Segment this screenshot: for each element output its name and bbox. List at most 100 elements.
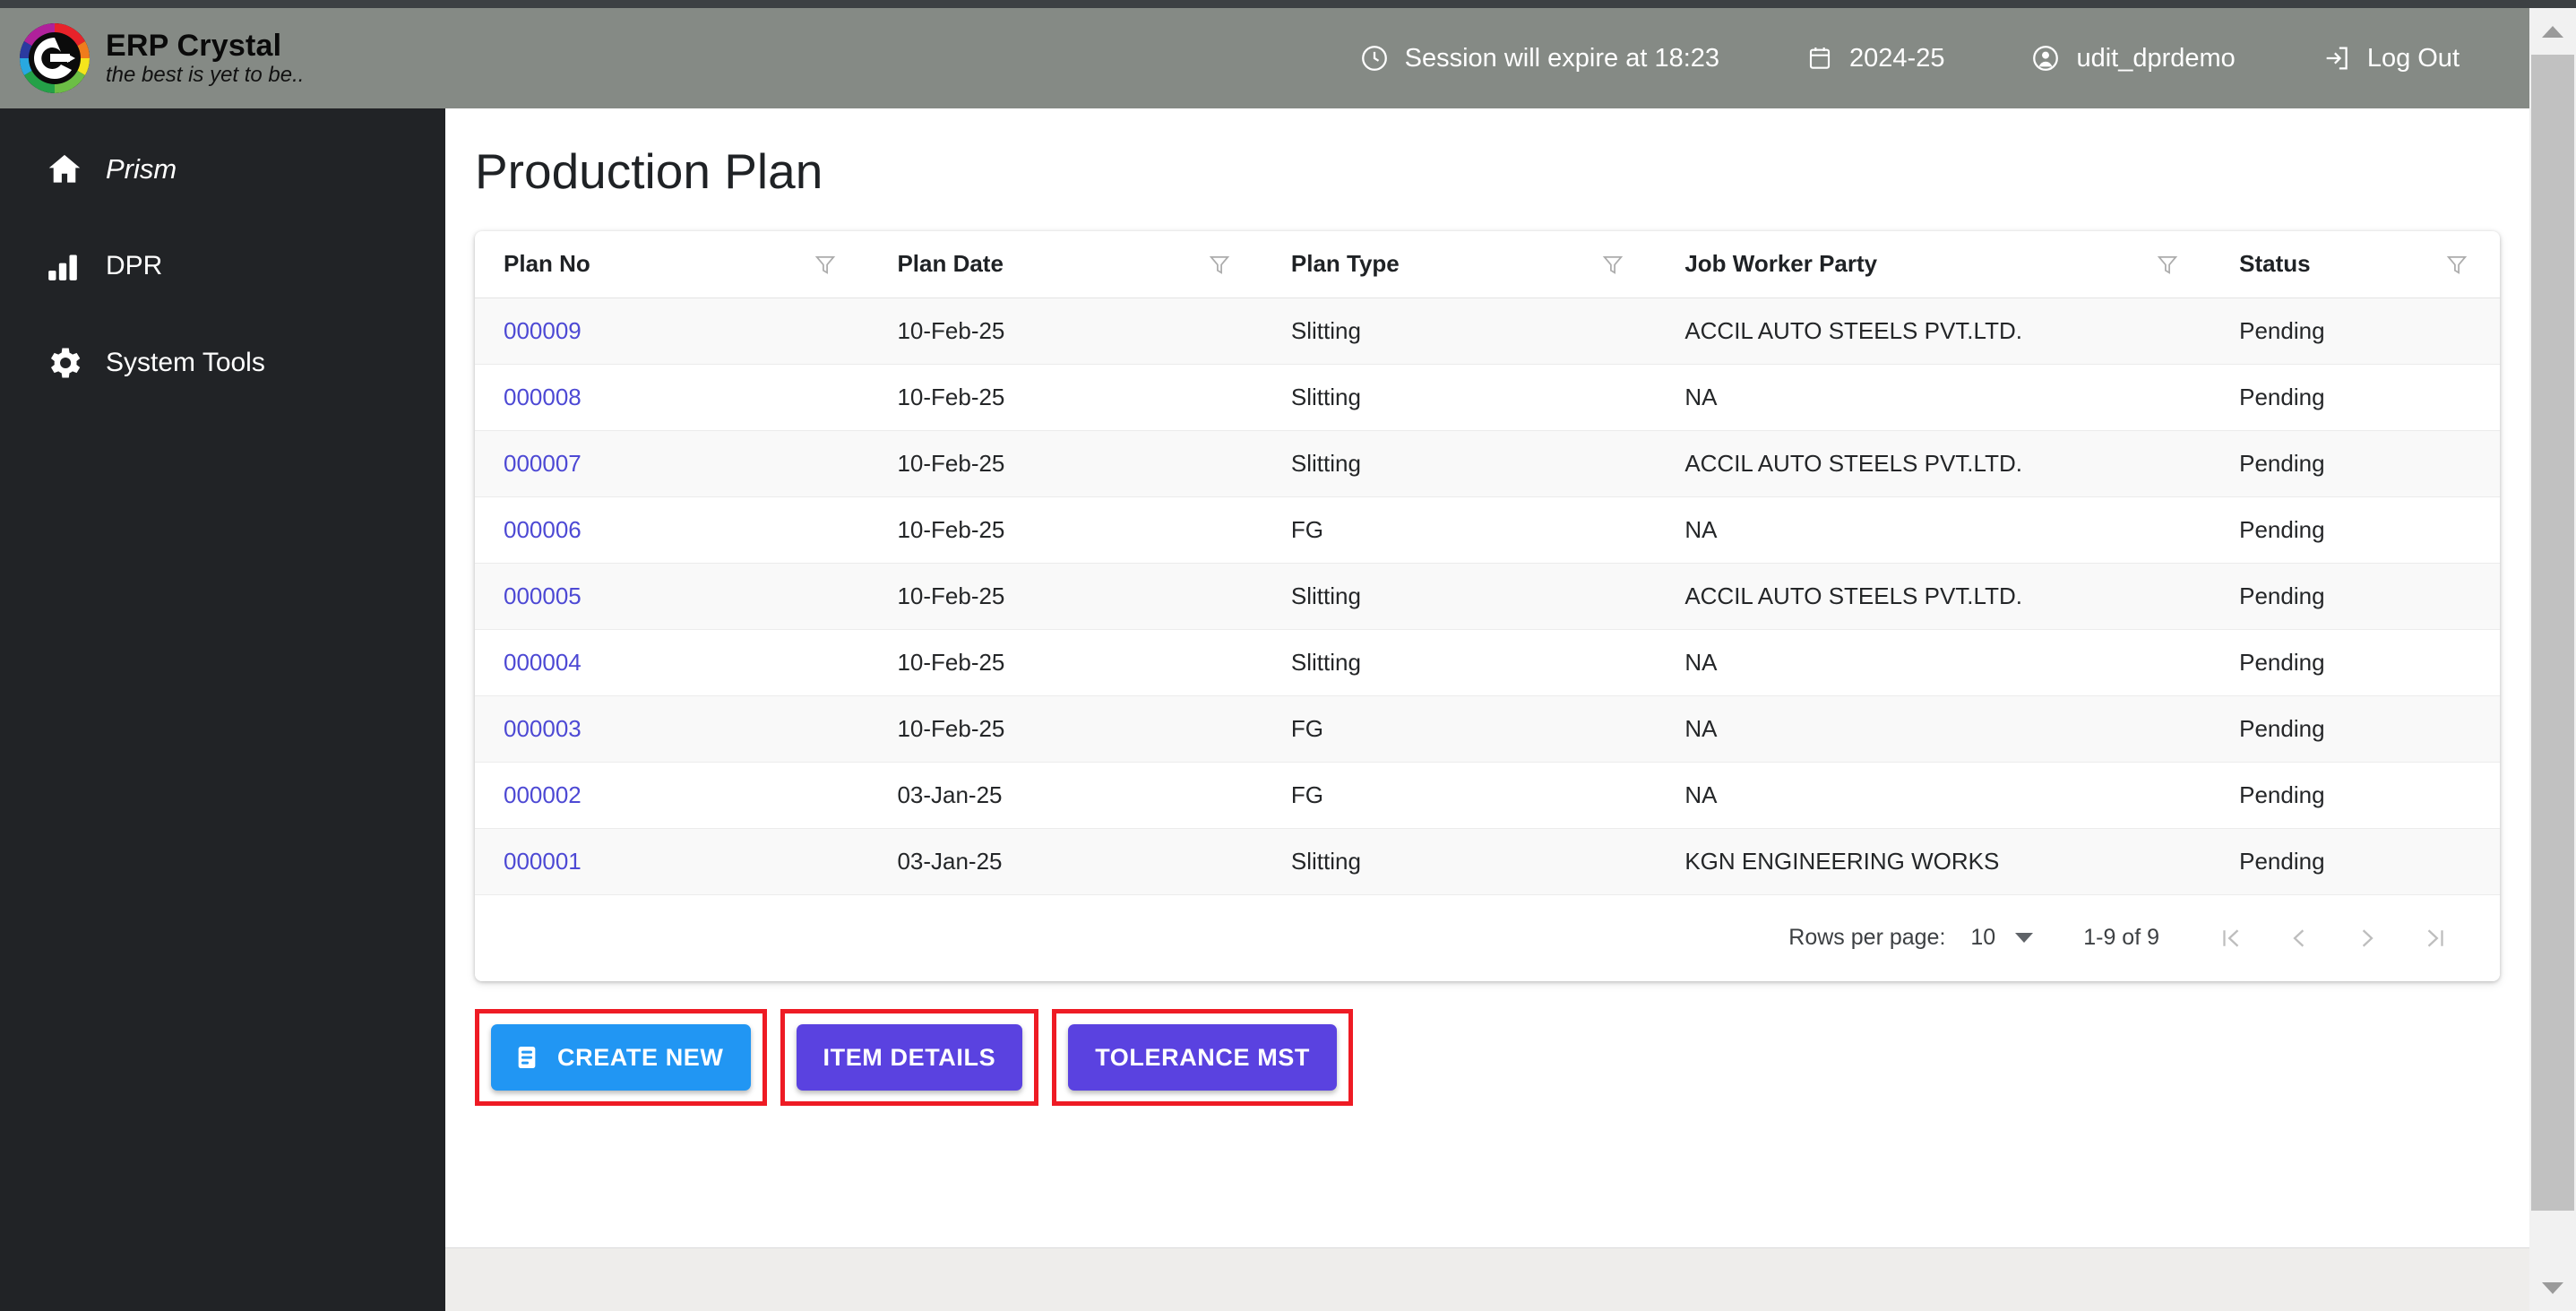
- pagination-buttons: [2197, 904, 2469, 972]
- item-details-button[interactable]: ITEM DETAILS: [796, 1024, 1023, 1091]
- username-label: udit_dprdemo: [2076, 43, 2236, 73]
- tolerance-mst-button[interactable]: TOLERANCE MST: [1068, 1024, 1338, 1091]
- bar-chart-icon: [45, 248, 91, 284]
- cell-plan-date: 10-Feb-25: [868, 563, 1262, 630]
- first-page-icon[interactable]: [2197, 904, 2265, 972]
- main-content: Production Plan Plan No Plan Date Plan T…: [445, 108, 2529, 1311]
- column-status: Status: [2210, 231, 2500, 298]
- previous-page-icon[interactable]: [2265, 904, 2333, 972]
- cell-plan-date: 03-Jan-25: [868, 828, 1262, 895]
- production-plan-table-card: Plan No Plan Date Plan Type Job Worker P…: [475, 231, 2500, 981]
- plan-no-link[interactable]: 000003: [504, 715, 582, 742]
- cell-plan-type: FG: [1262, 695, 1657, 763]
- cell-plan-no: 000005: [475, 563, 869, 630]
- user-menu[interactable]: udit_dprdemo: [2030, 43, 2236, 73]
- sidebar-item-dpr[interactable]: DPR: [0, 239, 445, 293]
- filter-icon[interactable]: [1600, 252, 1625, 277]
- cell-plan-type: Slitting: [1262, 629, 1657, 696]
- cell-job-worker-party: NA: [1656, 695, 2211, 763]
- footer-strip: [445, 1247, 2529, 1311]
- column-label: Plan No: [504, 250, 590, 278]
- action-buttons: CREATE NEW ITEM DETAILS TOLERANCE MST: [475, 1009, 1354, 1106]
- filter-icon[interactable]: [1207, 252, 1232, 277]
- table-row[interactable]: 000004 10-Feb-25 Slitting NA Pending: [475, 629, 2500, 696]
- rows-per-page-label: Rows per page:: [1788, 925, 1946, 950]
- tolerance-mst-highlight: TOLERANCE MST: [1052, 1009, 1354, 1106]
- cell-status: Pending: [2210, 430, 2500, 497]
- fiscal-year-selector[interactable]: 2024-25: [1805, 44, 1944, 73]
- plan-no-link[interactable]: 000001: [504, 848, 582, 875]
- table-row[interactable]: 000006 10-Feb-25 FG NA Pending: [475, 496, 2500, 564]
- table-row[interactable]: 000007 10-Feb-25 Slitting ACCIL AUTO STE…: [475, 430, 2500, 497]
- scrollbar-thumb[interactable]: [2531, 55, 2574, 1211]
- cell-job-worker-party: KGN ENGINEERING WORKS: [1656, 828, 2211, 895]
- plan-no-link[interactable]: 000007: [504, 450, 582, 477]
- cell-status: Pending: [2210, 364, 2500, 431]
- tolerance-mst-label: TOLERANCE MST: [1095, 1043, 1311, 1071]
- item-details-highlight: ITEM DETAILS: [780, 1009, 1039, 1106]
- plan-no-link[interactable]: 000006: [504, 516, 582, 543]
- clock-icon: [1359, 43, 1390, 73]
- cell-plan-no: 000003: [475, 695, 869, 763]
- cell-plan-no: 000006: [475, 496, 869, 564]
- cell-status: Pending: [2210, 762, 2500, 829]
- table-paginator: Rows per page: 10 1-9 of 9: [475, 894, 2500, 981]
- plan-no-link[interactable]: 000002: [504, 781, 582, 808]
- plan-no-link[interactable]: 000004: [504, 649, 582, 676]
- app-window: ERP Crystal the best is yet to be.. Sess…: [0, 0, 2576, 1311]
- cell-job-worker-party: NA: [1656, 762, 2211, 829]
- cell-plan-type: FG: [1262, 496, 1657, 564]
- cell-plan-type: Slitting: [1262, 828, 1657, 895]
- table-row[interactable]: 000001 03-Jan-25 Slitting KGN ENGINEERIN…: [475, 828, 2500, 895]
- cell-plan-no: 000004: [475, 629, 869, 696]
- cell-job-worker-party: NA: [1656, 629, 2211, 696]
- scroll-up-arrow-icon[interactable]: [2529, 8, 2576, 55]
- document-icon: [513, 1043, 541, 1072]
- cell-plan-no: 000008: [475, 364, 869, 431]
- table-row[interactable]: 000003 10-Feb-25 FG NA Pending: [475, 695, 2500, 763]
- cell-plan-type: Slitting: [1262, 563, 1657, 630]
- logout-label: Log Out: [2366, 43, 2460, 73]
- cell-plan-no: 000009: [475, 298, 869, 365]
- column-job-worker-party: Job Worker Party: [1656, 231, 2211, 298]
- plan-no-link[interactable]: 000008: [504, 384, 582, 410]
- filter-icon[interactable]: [813, 252, 838, 277]
- filter-icon[interactable]: [2155, 252, 2180, 277]
- table-row[interactable]: 000009 10-Feb-25 Slitting ACCIL AUTO STE…: [475, 298, 2500, 365]
- rows-per-page-select[interactable]: 10: [1970, 925, 2034, 951]
- filter-icon[interactable]: [2444, 252, 2469, 277]
- create-new-highlight: CREATE NEW: [475, 1009, 767, 1106]
- cell-job-worker-party: ACCIL AUTO STEELS PVT.LTD.: [1656, 430, 2211, 497]
- scroll-down-arrow-icon[interactable]: [2529, 1264, 2576, 1311]
- table-row[interactable]: 000002 03-Jan-25 FG NA Pending: [475, 762, 2500, 829]
- cell-plan-date: 10-Feb-25: [868, 364, 1262, 431]
- window-top-strip: [0, 0, 2576, 8]
- page-scrollbar[interactable]: [2529, 8, 2576, 1311]
- item-details-label: ITEM DETAILS: [823, 1043, 996, 1071]
- cell-status: Pending: [2210, 496, 2500, 564]
- table-body: 000009 10-Feb-25 Slitting ACCIL AUTO STE…: [475, 298, 2500, 895]
- column-plan-no: Plan No: [475, 231, 869, 298]
- cell-status: Pending: [2210, 629, 2500, 696]
- last-page-icon[interactable]: [2401, 904, 2469, 972]
- next-page-icon[interactable]: [2333, 904, 2401, 972]
- create-new-button[interactable]: CREATE NEW: [491, 1024, 751, 1091]
- plan-no-link[interactable]: 000009: [504, 317, 582, 344]
- sidebar-item-prism[interactable]: Prism: [0, 142, 445, 196]
- fiscal-year-label: 2024-25: [1849, 43, 1945, 73]
- brand-tagline: the best is yet to be..: [106, 63, 305, 88]
- logout-button[interactable]: Log Out: [2322, 43, 2460, 73]
- cell-status: Pending: [2210, 828, 2500, 895]
- user-account-icon: [2030, 43, 2061, 73]
- sidebar-item-label: DPR: [106, 251, 163, 280]
- sidebar-item-system-tools[interactable]: System Tools: [0, 336, 445, 390]
- table-row[interactable]: 000005 10-Feb-25 Slitting ACCIL AUTO STE…: [475, 563, 2500, 630]
- logout-icon: [2322, 43, 2352, 73]
- table-row[interactable]: 000008 10-Feb-25 Slitting NA Pending: [475, 364, 2500, 431]
- brand-title: ERP Crystal: [106, 28, 282, 63]
- cell-job-worker-party: NA: [1656, 364, 2211, 431]
- brand: ERP Crystal the best is yet to be..: [0, 20, 445, 97]
- cell-plan-no: 000007: [475, 430, 869, 497]
- sidebar: Prism DPR System Tools: [0, 108, 445, 1311]
- plan-no-link[interactable]: 000005: [504, 582, 582, 609]
